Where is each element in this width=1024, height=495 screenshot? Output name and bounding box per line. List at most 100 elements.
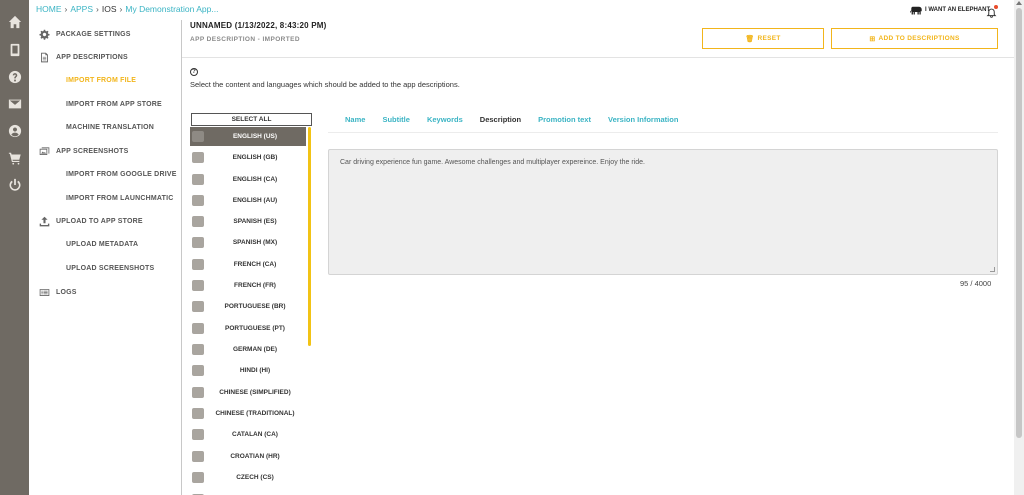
language-checkbox[interactable] [192, 131, 204, 142]
tab-description[interactable]: Description [480, 115, 521, 124]
sidebar-item-label: PACKAGE SETTINGS [56, 30, 131, 38]
add-to-descriptions-button[interactable]: ⊞ ADD TO DESCRIPTIONS [831, 28, 998, 49]
sidebar-item-upload-metadata[interactable]: UPLOAD METADATA [29, 234, 138, 254]
brand-logo[interactable]: I WANT AN ELEPHANT [910, 5, 990, 15]
language-checkbox[interactable] [192, 280, 204, 291]
language-item-spanish-es[interactable]: SPANISH (ES) [190, 212, 306, 231]
language-item-catalan-ca[interactable]: CATALAN (CA) [190, 425, 306, 444]
language-checkbox[interactable] [192, 301, 204, 312]
sidebar-item-upload-screenshots[interactable]: UPLOAD SCREENSHOTS [29, 258, 154, 278]
sidebar-item-upload-to-app-store[interactable]: UPLOAD TO APP STORE [29, 211, 143, 231]
power-icon[interactable] [0, 174, 29, 196]
add-button-label: ADD TO DESCRIPTIONS [878, 35, 960, 42]
sidebar-item-machine-translation[interactable]: MACHINE TRANSLATION [29, 117, 154, 137]
language-item-portuguese-pt[interactable]: PORTUGUESE (PT) [190, 319, 306, 338]
reset-button[interactable]: 🗑 RESET [702, 28, 824, 49]
mobile-icon[interactable] [0, 39, 29, 61]
sidebar-item-import-from-file[interactable]: IMPORT FROM FILE [29, 70, 136, 90]
sidebar-item-logs[interactable]: LOGS [29, 282, 77, 302]
language-item-partial[interactable] [190, 490, 306, 495]
page-scrollbar[interactable] [1014, 0, 1024, 495]
language-item-english-gb[interactable]: ENGLISH (GB) [190, 148, 306, 167]
language-item-english-au[interactable]: ENGLISH (AU) [190, 191, 306, 210]
language-checkbox[interactable] [192, 237, 204, 248]
language-item-spanish-mx[interactable]: SPANISH (MX) [190, 233, 306, 252]
language-checkbox[interactable] [192, 152, 204, 163]
language-checkbox[interactable] [192, 259, 204, 270]
page-subtitle: APP DESCRIPTION - IMPORTED [190, 36, 300, 43]
sidebar-item-import-from-google-drive[interactable]: IMPORT FROM GOOGLE DRIVE [29, 164, 177, 184]
sidebar-item-app-descriptions[interactable]: APP DESCRIPTIONS [29, 47, 128, 67]
sidebar-item-label: UPLOAD SCREENSHOTS [66, 264, 155, 272]
sidebar-item-package-settings[interactable]: PACKAGE SETTINGS [29, 24, 131, 44]
breadcrumb-home[interactable]: HOME [36, 4, 62, 14]
sidebar-item-label: MACHINE TRANSLATION [66, 123, 155, 131]
language-item-chinese-simplified[interactable]: CHINESE (SIMPLIFIED) [190, 383, 306, 402]
notifications-bell[interactable] [986, 5, 998, 18]
notification-dot [994, 5, 998, 9]
add-box-icon: ⊞ [869, 35, 876, 43]
language-checkbox[interactable] [192, 451, 204, 462]
trash-icon: 🗑 [745, 35, 755, 43]
breadcrumb-app[interactable]: My Demonstration App... [125, 4, 218, 14]
language-checkbox[interactable] [192, 429, 204, 440]
language-checkbox[interactable] [192, 216, 204, 227]
language-item-hindi-hi[interactable]: HINDI (HI) [190, 361, 306, 380]
language-checkbox[interactable] [192, 195, 204, 206]
breadcrumb-apps[interactable]: APPS [70, 4, 93, 14]
language-checkbox[interactable] [192, 408, 204, 419]
language-checkbox[interactable] [192, 323, 204, 334]
language-item-chinese-traditional[interactable]: CHINESE (TRADITIONAL) [190, 404, 306, 423]
tab-subtitle[interactable]: Subtitle [382, 115, 410, 124]
sidebar-item-label: APP SCREENSHOTS [56, 147, 129, 155]
language-item-french-ca[interactable]: FRENCH (CA) [190, 255, 306, 274]
scroll-up-arrow-icon[interactable] [1016, 1, 1022, 5]
language-item-english-ca[interactable]: ENGLISH (CA) [190, 170, 306, 189]
tab-version-information[interactable]: Version Information [608, 115, 678, 124]
content-tabs: Name Subtitle Keywords Description Promo… [345, 115, 695, 124]
language-checkbox[interactable] [192, 174, 204, 185]
language-item-portuguese-br[interactable]: PORTUGUESE (BR) [190, 297, 306, 316]
sidebar-item-label: LOGS [56, 288, 77, 296]
sidebar-item-label: IMPORT FROM LAUNCHMATIC [66, 194, 174, 202]
page-title: UNNAMED (1/13/2022, 8:43:20 PM) [190, 21, 327, 30]
tabs-divider [328, 132, 998, 133]
language-checkbox[interactable] [192, 344, 204, 355]
page-scrollbar-thumb[interactable] [1016, 8, 1022, 438]
language-item-german-de[interactable]: GERMAN (DE) [190, 340, 306, 359]
language-checkbox[interactable] [192, 472, 204, 483]
help-circle-icon[interactable] [0, 66, 29, 88]
tab-name[interactable]: Name [345, 115, 365, 124]
brand-name: I WANT AN ELEPHANT [925, 7, 991, 13]
language-item-french-fr[interactable]: FRENCH (FR) [190, 276, 306, 295]
reset-button-label: RESET [757, 35, 781, 42]
select-all-button[interactable]: SELECT ALL [191, 113, 312, 126]
user-icon[interactable] [0, 120, 29, 142]
language-checkbox[interactable] [192, 365, 204, 376]
images-icon [38, 145, 50, 157]
language-item-croatian-hr[interactable]: CROATIAN (HR) [190, 447, 306, 466]
breadcrumb-platform[interactable]: IOS [102, 4, 117, 14]
resize-handle[interactable] [990, 267, 995, 272]
mail-icon[interactable] [0, 93, 29, 115]
sidebar-item-import-from-app-store[interactable]: IMPORT FROM APP STORE [29, 94, 162, 114]
home-icon[interactable] [0, 11, 29, 33]
sidebar-item-label: IMPORT FROM FILE [66, 76, 137, 84]
sidebar-item-label: IMPORT FROM APP STORE [66, 100, 162, 108]
language-checkbox[interactable] [192, 387, 204, 398]
language-item-english-us[interactable]: ENGLISH (US) [190, 127, 306, 146]
sidebar-item-label: APP DESCRIPTIONS [56, 53, 128, 61]
language-item-czech-cs[interactable]: CZECH (CS) [190, 468, 306, 487]
description-textarea[interactable]: Car driving experience fun game. Awesome… [328, 149, 998, 275]
description-text: Car driving experience fun game. Awesome… [340, 159, 645, 166]
language-list: ENGLISH (US) ENGLISH (GB) ENGLISH (CA) E… [190, 127, 306, 495]
tab-promotion-text[interactable]: Promotion text [538, 115, 591, 124]
sidebar-item-label: UPLOAD TO APP STORE [56, 217, 143, 225]
sidebar-item-import-from-launchmatic[interactable]: IMPORT FROM LAUNCHMATIC [29, 188, 174, 208]
language-list-scrollbar[interactable] [308, 127, 311, 346]
cart-icon[interactable] [0, 147, 29, 169]
sidebar-item-label: IMPORT FROM GOOGLE DRIVE [66, 170, 177, 178]
help-icon[interactable]: ? [190, 68, 198, 76]
tab-keywords[interactable]: Keywords [427, 115, 463, 124]
sidebar-item-app-screenshots[interactable]: APP SCREENSHOTS [29, 141, 129, 161]
